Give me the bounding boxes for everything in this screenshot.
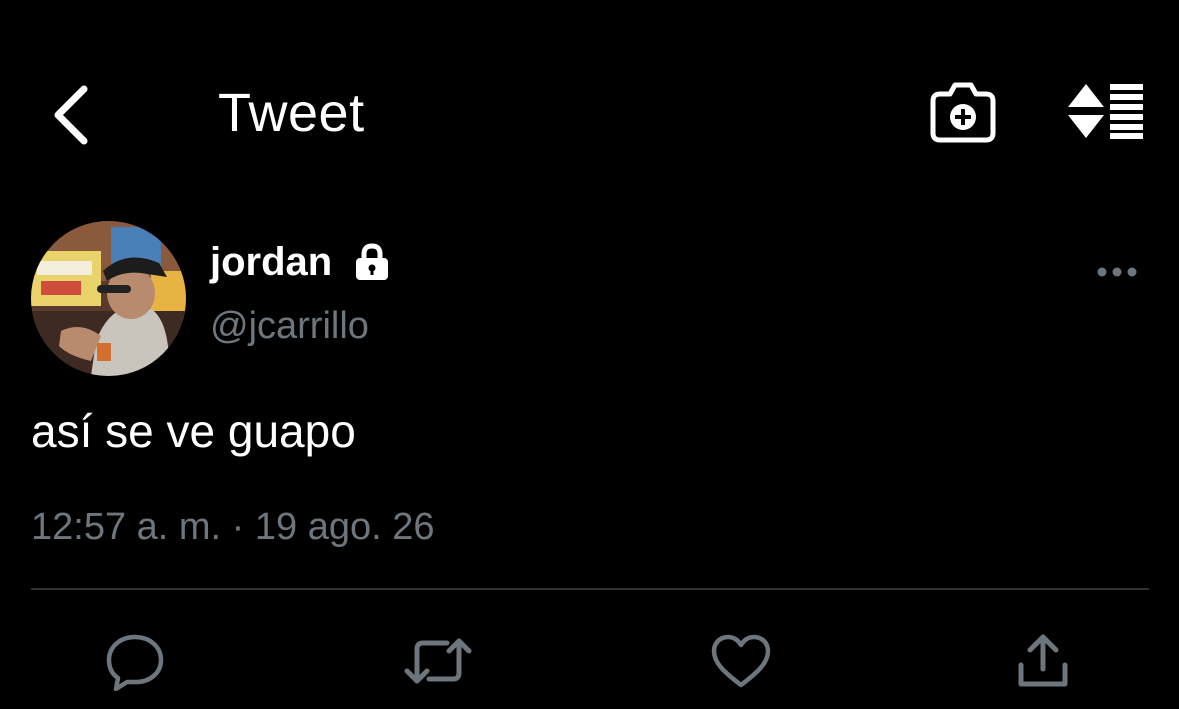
retweet-icon bbox=[404, 638, 472, 684]
sort-list-icon bbox=[1068, 84, 1143, 139]
more-options-button[interactable] bbox=[1092, 252, 1142, 292]
share-icon bbox=[1018, 634, 1068, 687]
page-title: Tweet bbox=[218, 83, 365, 143]
sort-toggle-button[interactable] bbox=[1064, 80, 1148, 146]
like-icon bbox=[711, 634, 771, 688]
lock-icon bbox=[356, 243, 389, 280]
author-display-name[interactable]: jordan bbox=[210, 240, 332, 285]
top-nav-bar: Tweet bbox=[0, 0, 1179, 230]
camera-plus-icon bbox=[930, 82, 996, 143]
author-row: jordan bbox=[210, 236, 392, 288]
tweet-text: así se ve guapo bbox=[31, 405, 356, 457]
reply-icon bbox=[106, 634, 164, 691]
profile-photo bbox=[31, 221, 186, 376]
camera-button[interactable] bbox=[928, 80, 998, 146]
back-button[interactable] bbox=[40, 80, 100, 150]
like-button[interactable] bbox=[706, 628, 776, 694]
avatar[interactable] bbox=[31, 221, 186, 376]
chevron-left-icon bbox=[54, 85, 88, 145]
divider bbox=[31, 588, 1149, 590]
more-horizontal-icon bbox=[1097, 267, 1137, 277]
reply-button[interactable] bbox=[100, 628, 170, 694]
retweet-button[interactable] bbox=[403, 628, 473, 694]
tweet-timestamp: 12:57 a. m. · 19 ago. 26 bbox=[31, 506, 435, 548]
author-handle[interactable]: @jcarrillo bbox=[210, 305, 369, 348]
share-button[interactable] bbox=[1008, 628, 1078, 694]
